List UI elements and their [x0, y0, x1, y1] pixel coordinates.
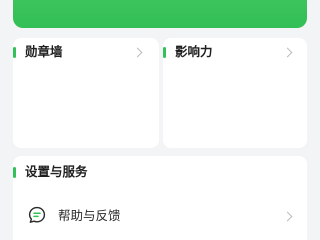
badge-wall-title: 勋章墙	[25, 44, 63, 59]
help-feedback-row[interactable]: 帮助与反馈	[13, 200, 307, 234]
settings-services-title: 设置与服务	[25, 164, 88, 179]
influence-title: 影响力	[175, 44, 213, 59]
badge-wall-header[interactable]: 勋章墙	[13, 44, 63, 60]
help-feedback-label: 帮助与反馈	[58, 208, 121, 223]
chevron-right-icon	[282, 211, 293, 222]
section-accent-bar	[13, 166, 16, 178]
profile-hero-banner	[13, 0, 307, 28]
settings-services-header: 设置与服务	[13, 164, 88, 180]
chat-bubble-icon	[28, 206, 46, 224]
influence-header[interactable]: 影响力	[163, 44, 213, 60]
section-accent-bar	[13, 46, 16, 58]
section-accent-bar	[163, 46, 166, 58]
